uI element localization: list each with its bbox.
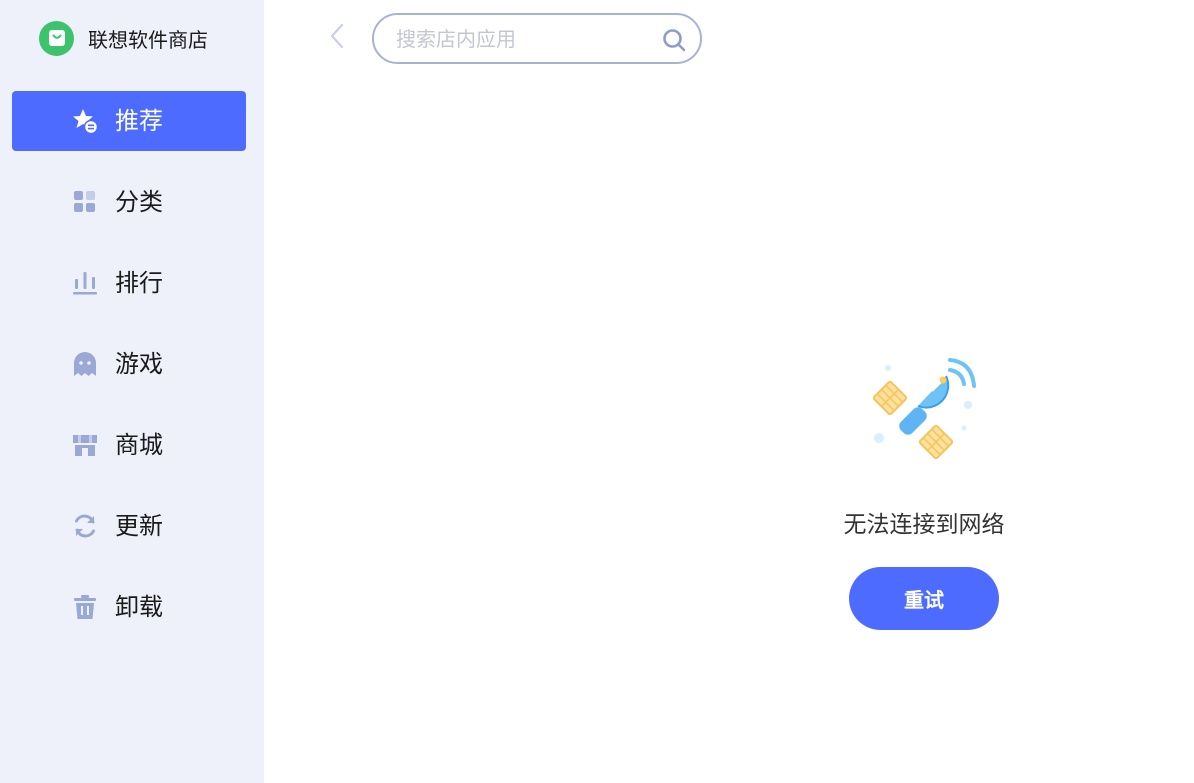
chevron-left-icon [329,23,345,53]
sidebar-item-mall[interactable]: 商城 [12,415,246,475]
sidebar-item-label: 分类 [115,188,163,216]
sidebar: 联想软件商店 推荐 分类 排行 游戏 商城 更新 卸载 [0,0,264,783]
app-window: 联想软件商店 推荐 分类 排行 游戏 商城 更新 卸载 搜索店内应用 无法连接到… [0,0,1194,783]
refresh-icon [71,512,99,540]
satellite-icon [868,358,978,462]
sidebar-item-label: 商城 [115,431,163,459]
search-box [372,13,702,64]
app-name: 联想软件商店 [88,27,208,52]
sidebar-item-label: 卸载 [115,593,163,621]
sidebar-item-label: 推荐 [115,107,163,135]
sidebar-item-games[interactable]: 游戏 [12,334,246,394]
sidebar-item-label: 游戏 [115,350,163,378]
back-button[interactable] [322,22,352,54]
error-message: 无法连接到网络 [843,512,1005,538]
grid-icon [71,188,99,216]
brand: 联想软件商店 [39,20,208,56]
sidebar-item-recommend[interactable]: 推荐 [12,91,246,151]
bar-chart-icon [71,269,99,297]
store-icon [71,431,99,459]
search-input[interactable] [396,25,646,53]
sidebar-item-category[interactable]: 分类 [12,172,246,232]
sidebar-item-uninstall[interactable]: 卸载 [12,577,246,637]
sidebar-item-label: 排行 [115,269,163,297]
retry-button[interactable]: 重试 [849,567,999,630]
store-bag-icon [39,20,74,56]
ghost-icon [71,350,99,378]
trash-icon [71,593,99,621]
sidebar-item-ranking[interactable]: 排行 [12,253,246,313]
search-icon[interactable] [661,27,687,53]
sidebar-item-update[interactable]: 更新 [12,496,246,556]
star-badge-icon [71,107,99,135]
sidebar-item-label: 更新 [115,512,163,540]
